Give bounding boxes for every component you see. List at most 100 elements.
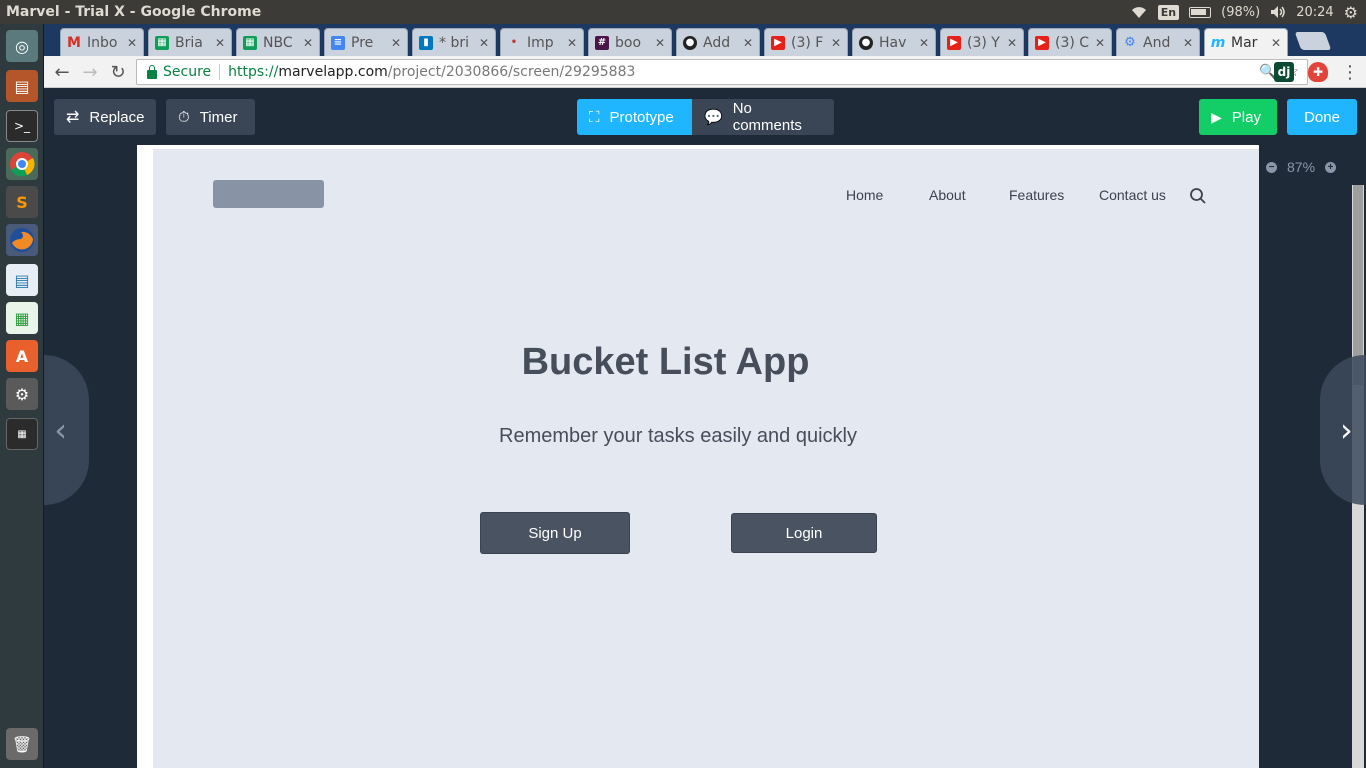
firefox-icon[interactable] <box>6 224 38 256</box>
nav-contact[interactable]: Contact us <box>1099 187 1166 203</box>
zoom-control: − 87% + <box>1266 159 1337 175</box>
tab[interactable]: ● Hav ✕ <box>852 28 936 56</box>
chrome-menu-icon[interactable]: ⋮ <box>1338 60 1362 84</box>
prototype-screen[interactable]: Home About Features Contact us Bucket Li… <box>153 149 1259 768</box>
reload-icon[interactable]: ↻ <box>106 60 130 84</box>
screen-frame: Home About Features Contact us Bucket Li… <box>137 145 1259 768</box>
github-icon: ● <box>683 35 697 50</box>
close-icon[interactable]: ✕ <box>127 36 137 50</box>
close-icon[interactable]: ✕ <box>831 36 841 50</box>
comments-button[interactable]: 💬 No comments <box>692 99 834 135</box>
tab[interactable]: ▦ NBC ✕ <box>236 28 320 56</box>
close-icon[interactable]: ✕ <box>303 36 313 50</box>
sheets-icon: ▦ <box>243 35 257 50</box>
files-icon[interactable]: ▤ <box>6 70 38 102</box>
zoom-in-icon[interactable]: + <box>1325 161 1337 173</box>
play-button[interactable]: ▶ Play <box>1199 99 1277 135</box>
close-icon[interactable]: ✕ <box>215 36 225 50</box>
lock-icon <box>147 64 157 79</box>
marvel-toolbar: ⇄ Replace ⏱ Timer ⛶ Prototype 💬 No comme… <box>44 89 1366 145</box>
nav-home[interactable]: Home <box>846 187 883 203</box>
replace-button[interactable]: ⇄ Replace <box>54 99 156 135</box>
canvas-area: ‹ Home About Features Contact us Bucket … <box>44 145 1366 768</box>
tab[interactable]: ▶ (3) C ✕ <box>1028 28 1112 56</box>
close-icon[interactable]: ✕ <box>655 36 665 50</box>
zoom-level: 87% <box>1287 159 1316 175</box>
gear-icon[interactable]: ⚙ <box>1344 3 1358 22</box>
nav-about[interactable]: About <box>929 187 966 203</box>
new-tab-button[interactable] <box>1294 32 1332 50</box>
tab[interactable]: # boo ✕ <box>588 28 672 56</box>
launcher: ◎ ▤ >_ S ▤ ▦ A ⚙ ▦ 🗑 <box>0 24 44 768</box>
sheets-icon: ▦ <box>155 35 169 50</box>
battery-percent: (98%) <box>1221 4 1261 20</box>
close-icon[interactable]: ✕ <box>567 36 577 50</box>
trash-icon[interactable]: 🗑 <box>6 728 38 760</box>
gmail-icon: M <box>67 34 81 51</box>
zoom-out-icon[interactable]: − <box>1266 161 1277 173</box>
keyboard-layout[interactable]: En <box>1157 4 1180 20</box>
address-bar[interactable]: Secure https://marvelapp.com/project/203… <box>136 59 1308 85</box>
volume-icon[interactable] <box>1270 5 1286 19</box>
tab[interactable]: ▦ Bria ✕ <box>148 28 232 56</box>
tab-strip: M Inbo ✕ ▦ Bria ✕ ▦ NBC ✕ ≡ Pre ✕ ▮ * br… <box>44 24 1366 56</box>
chevron-right-icon: › <box>1340 411 1353 449</box>
calc-icon[interactable]: ▦ <box>6 302 38 334</box>
terminal-icon[interactable]: >_ <box>6 110 38 142</box>
tab[interactable]: ▶ (3) F ✕ <box>764 28 848 56</box>
done-button[interactable]: Done <box>1287 99 1357 135</box>
sublime-icon[interactable]: S <box>6 186 38 218</box>
system-settings-icon[interactable]: ⚙ <box>6 378 38 410</box>
tab[interactable]: ● Add ✕ <box>676 28 760 56</box>
chrome-icon[interactable] <box>6 148 38 180</box>
timer-button[interactable]: ⏱ Timer <box>166 99 255 135</box>
close-icon[interactable]: ✕ <box>1183 36 1193 50</box>
prototype-button[interactable]: ⛶ Prototype <box>577 99 692 135</box>
os-top-bar: Marvel - Trial X - Google Chrome En (98%… <box>0 0 1366 24</box>
secure-label: Secure <box>163 64 221 80</box>
shield-extension-icon[interactable]: ✚ <box>1308 62 1328 82</box>
next-screen-button[interactable]: › <box>1320 355 1366 505</box>
close-icon[interactable]: ✕ <box>479 36 489 50</box>
django-extension-icon[interactable]: dj <box>1274 62 1294 82</box>
youtube-icon: ▶ <box>771 35 785 50</box>
close-icon[interactable]: ✕ <box>1271 36 1281 50</box>
back-icon[interactable]: ← <box>50 60 74 84</box>
ubuntu-dash-icon[interactable]: ◎ <box>6 30 38 62</box>
close-icon[interactable]: ✕ <box>391 36 401 50</box>
marvel-icon: m <box>1210 34 1226 51</box>
forward-icon[interactable]: → <box>78 60 102 84</box>
tab[interactable]: ≡ Pre ✕ <box>324 28 408 56</box>
settings-cog-icon: ⚙ <box>1124 35 1136 50</box>
comment-bubble-icon: 💬 <box>704 109 723 126</box>
workspace-switcher-icon[interactable]: ▦ <box>6 418 38 450</box>
tab[interactable]: • Imp ✕ <box>500 28 584 56</box>
tab[interactable]: ▮ * bri ✕ <box>412 28 496 56</box>
writer-icon[interactable]: ▤ <box>6 264 38 296</box>
close-icon[interactable]: ✕ <box>1095 36 1105 50</box>
software-center-icon[interactable]: A <box>6 340 38 372</box>
swap-icon: ⇄ <box>66 109 80 126</box>
battery-icon[interactable] <box>1189 6 1212 18</box>
tab[interactable]: M Inbo ✕ <box>60 28 144 56</box>
generic-page-icon: • <box>510 37 518 48</box>
logo-placeholder <box>213 180 324 208</box>
trello-icon: ▮ <box>419 35 433 50</box>
stopwatch-icon: ⏱ <box>178 108 190 126</box>
hero-title: Bucket List App <box>521 341 810 383</box>
tab-active[interactable]: m Mar ✕ <box>1204 28 1288 56</box>
clock[interactable]: 20:24 <box>1296 5 1333 20</box>
nav-features[interactable]: Features <box>1009 187 1064 203</box>
previous-screen-button[interactable]: ‹ <box>44 355 89 505</box>
login-button[interactable]: Login <box>731 513 877 553</box>
close-icon[interactable]: ✕ <box>919 36 929 50</box>
youtube-icon: ▶ <box>1035 35 1049 50</box>
close-icon[interactable]: ✕ <box>1007 36 1017 50</box>
search-icon[interactable] <box>1189 187 1207 205</box>
close-icon[interactable]: ✕ <box>743 36 753 50</box>
wifi-icon[interactable] <box>1130 5 1148 19</box>
youtube-icon: ▶ <box>947 35 961 50</box>
sign-up-button[interactable]: Sign Up <box>480 512 630 554</box>
tab[interactable]: ⚙ And ✕ <box>1116 28 1200 56</box>
tab[interactable]: ▶ (3) Y ✕ <box>940 28 1024 56</box>
